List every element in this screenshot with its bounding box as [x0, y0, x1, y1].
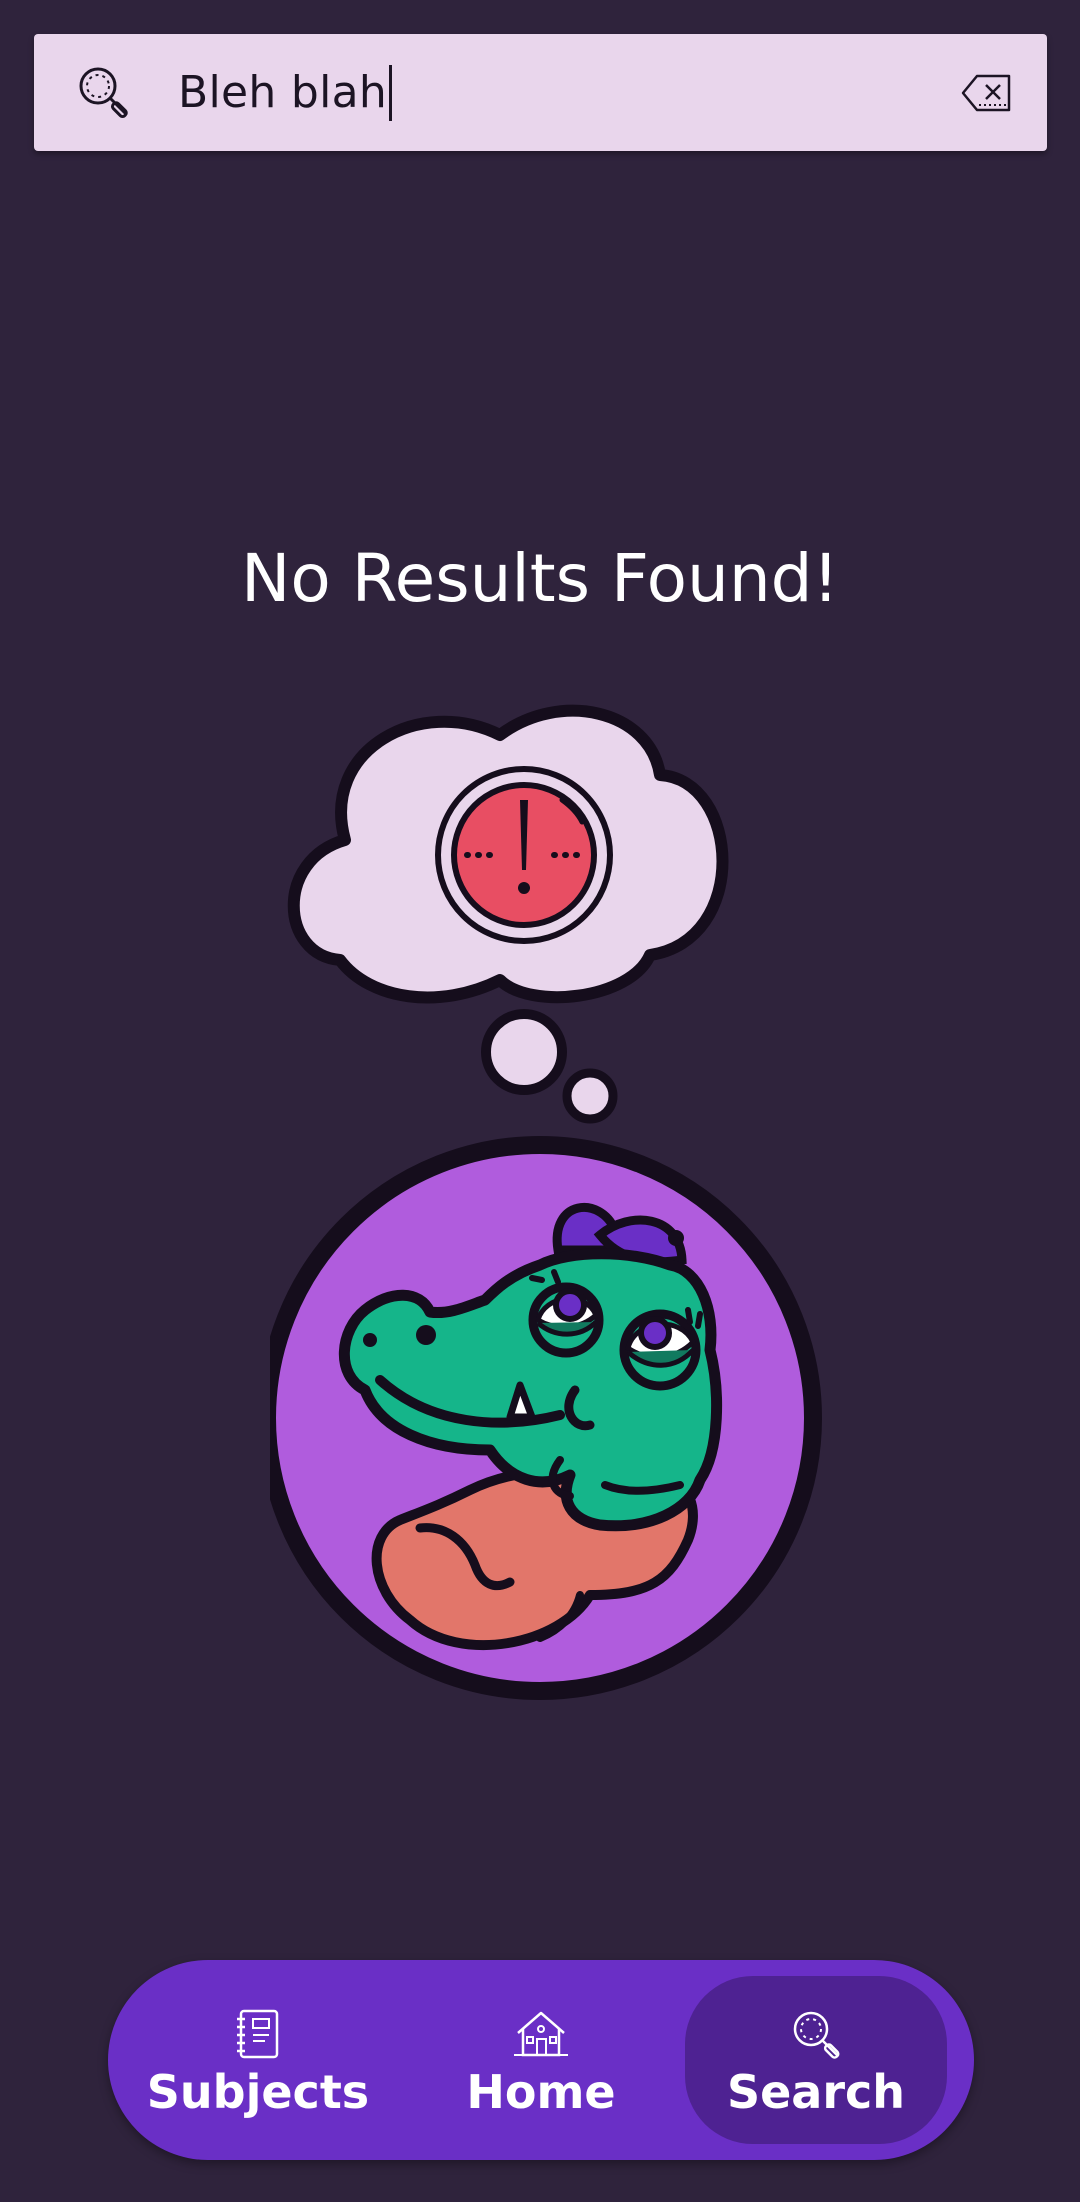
nav-item-subjects[interactable]: Subjects: [138, 1976, 378, 2144]
search-input[interactable]: Bleh blah: [178, 34, 393, 151]
nav-label-home: Home: [466, 2065, 616, 2119]
nav-item-search[interactable]: Search: [685, 1976, 947, 2144]
search-icon: [79, 67, 128, 119]
nav-label-search: Search: [726, 2065, 906, 2119]
screen: Bleh blah No Results Found! Subjects Hom…: [0, 0, 1080, 2202]
right-eye: [619, 1307, 703, 1391]
crocodile-avatar: [270, 1136, 822, 1700]
no-results-message: No Results Found!: [240, 540, 840, 617]
house-icon: [514, 2011, 568, 2057]
search-icon: [793, 2011, 840, 2059]
nav-label-subjects: Subjects: [146, 2065, 370, 2119]
clear-search-button[interactable]: [957, 64, 1015, 122]
text-caret: [389, 64, 393, 121]
thought-bubble: [287, 704, 729, 1124]
nav-item-home[interactable]: Home: [421, 1976, 661, 2144]
notebook-icon: [237, 2009, 279, 2059]
bottom-navigation: Subjects Home Search: [108, 1960, 974, 2160]
confused-crocodile-illustration: [270, 704, 822, 1700]
search-query-text: Bleh blah: [178, 67, 388, 118]
search-bar[interactable]: Bleh blah: [34, 34, 1047, 151]
